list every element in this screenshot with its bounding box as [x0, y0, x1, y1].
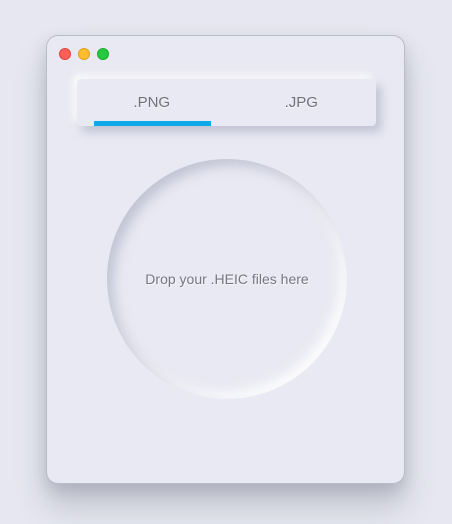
heic-drop-zone[interactable]: Drop your .HEIC files here [107, 159, 347, 399]
minimize-window-button[interactable] [78, 48, 90, 60]
tab-jpg[interactable]: .JPG [227, 79, 377, 126]
window-controls [59, 48, 109, 60]
drop-zone-label: Drop your .HEIC files here [145, 271, 309, 287]
format-tab-bar: .PNG .JPG [77, 79, 376, 126]
app-window: .PNG .JPG Drop your .HEIC files here [46, 35, 405, 484]
zoom-window-button[interactable] [97, 48, 109, 60]
tab-png[interactable]: .PNG [77, 79, 227, 126]
selected-tab-indicator [94, 121, 211, 126]
tab-png-label: .PNG [133, 94, 171, 111]
close-window-button[interactable] [59, 48, 71, 60]
tab-jpg-label: .JPG [284, 94, 318, 111]
